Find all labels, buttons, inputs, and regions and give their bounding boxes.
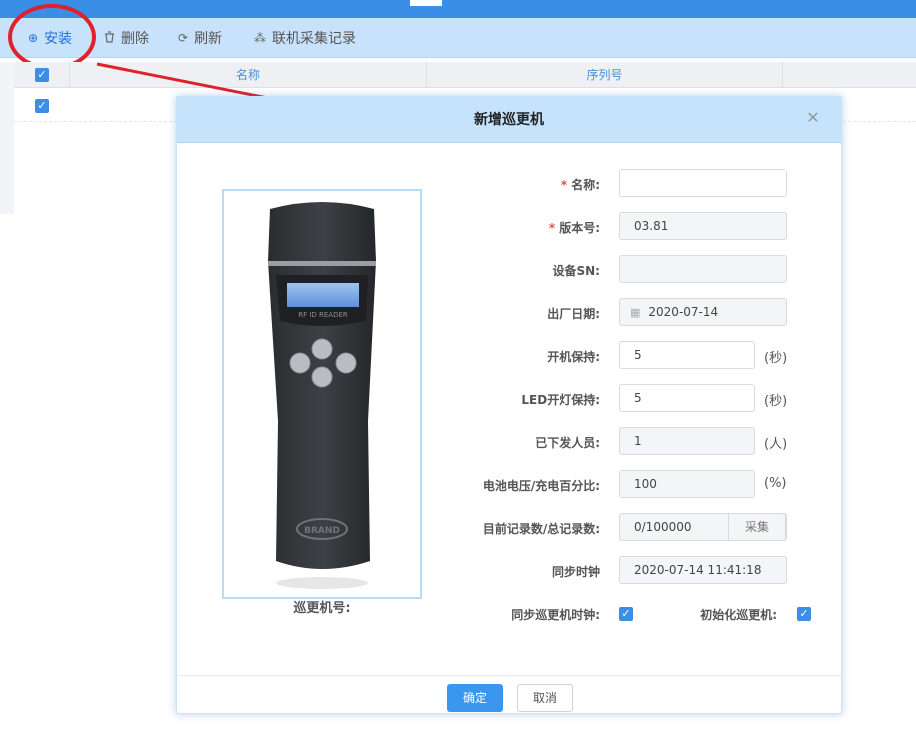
name-input[interactable] <box>619 169 787 197</box>
init-device-checkbox[interactable]: ✓ <box>797 607 811 621</box>
close-icon[interactable]: ✕ <box>805 110 821 126</box>
add-patrol-device-dialog: 新增巡更机 ✕ RF ID READER BRAND 巡更机号: * 名称: *… <box>176 96 842 714</box>
records-label: 目前记录数/总记录数: <box>482 522 600 536</box>
sync-clock-field[interactable]: 2020-07-14 11:41:18 <box>619 556 787 584</box>
collect-button[interactable]: 采集 <box>728 513 786 541</box>
cancel-button[interactable]: 取消 <box>517 684 573 712</box>
dialog-footer: 确定 取消 <box>177 675 841 715</box>
led-hold-label: LED开灯保持: <box>521 393 600 407</box>
sn-field[interactable] <box>619 255 787 283</box>
factory-date-label: 出厂日期: <box>547 307 600 321</box>
battery-label: 电池电压/充电百分比: <box>482 479 600 493</box>
confirm-button[interactable]: 确定 <box>447 684 503 712</box>
calendar-icon: ▦ <box>630 306 641 319</box>
led-hold-input[interactable]: 5 <box>619 384 755 412</box>
sync-clock-label: 同步时钟 <box>551 565 600 579</box>
issued-staff-unit: (人) <box>764 437 788 452</box>
name-label: * 名称: <box>560 178 600 192</box>
battery-unit: (%) <box>764 476 787 491</box>
power-hold-label: 开机保持: <box>547 350 600 364</box>
factory-date-field[interactable]: ▦ 2020-07-14 <box>619 298 787 326</box>
dialog-title: 新增巡更机 <box>474 112 544 128</box>
power-hold-input[interactable]: 5 <box>619 341 755 369</box>
version-field[interactable]: 03.81 <box>619 212 787 240</box>
power-hold-unit: (秒) <box>764 351 788 366</box>
records-field[interactable]: 0/100000 采集 <box>619 513 787 541</box>
dialog-header: 新增巡更机 ✕ <box>177 97 841 143</box>
led-hold-unit: (秒) <box>764 394 788 409</box>
battery-field[interactable]: 100 <box>619 470 755 498</box>
svg-text:BRAND: BRAND <box>304 526 340 536</box>
issued-staff-label: 已下发人员: <box>535 436 600 450</box>
sn-label: 设备SN: <box>552 264 601 278</box>
svg-text:RF ID READER: RF ID READER <box>298 311 348 319</box>
init-device-label: 初始化巡更机: <box>700 608 777 622</box>
issued-staff-field[interactable]: 1 <box>619 427 755 455</box>
version-label: * 版本号: <box>548 221 600 235</box>
